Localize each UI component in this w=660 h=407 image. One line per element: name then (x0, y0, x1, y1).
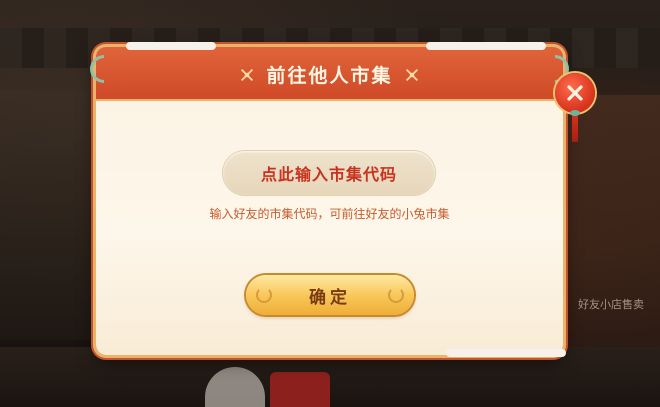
market-code-input[interactable]: 点此输入市集代码 (223, 151, 435, 195)
dialog-header: 前往他人市集 (84, 42, 575, 101)
swirl-decoration (256, 287, 272, 303)
swirl-decoration (388, 287, 404, 303)
hint-text: 输入好友的市集代码，可前往好友的小兔市集 (209, 207, 450, 221)
close-icon (567, 85, 583, 101)
knot-icon (241, 68, 254, 81)
snow-decoration (446, 349, 566, 357)
dialog-title: 前往他人市集 (266, 65, 393, 87)
friend-shop-label: 好友小店售卖 (578, 298, 644, 311)
visit-market-dialog: 前往他人市集 点此输入市集代码 输入好友的市集代码，可前往好友的小兔市集 确定 (84, 42, 575, 357)
market-code-input-label: 点此输入市集代码 (260, 165, 397, 184)
background-stall-left (0, 90, 100, 340)
confirm-button-label: 确定 (309, 287, 351, 308)
snow-decoration (426, 42, 546, 50)
confirm-button[interactable]: 确定 (246, 275, 414, 315)
close-button[interactable] (555, 73, 595, 113)
background-red-bag (270, 372, 330, 407)
snow-decoration (126, 42, 216, 50)
knot-icon (405, 68, 418, 81)
game-screen: 好友小店售卖 前往他人市集 点此输入市集代码 输入好友的市集代码，可前往好友的小… (0, 0, 660, 407)
dialog-body: 点此输入市集代码 输入好友的市集代码，可前往好友的小兔市集 (96, 101, 563, 355)
title-row: 前往他人市集 (96, 61, 563, 88)
tassel-decoration (570, 110, 580, 142)
